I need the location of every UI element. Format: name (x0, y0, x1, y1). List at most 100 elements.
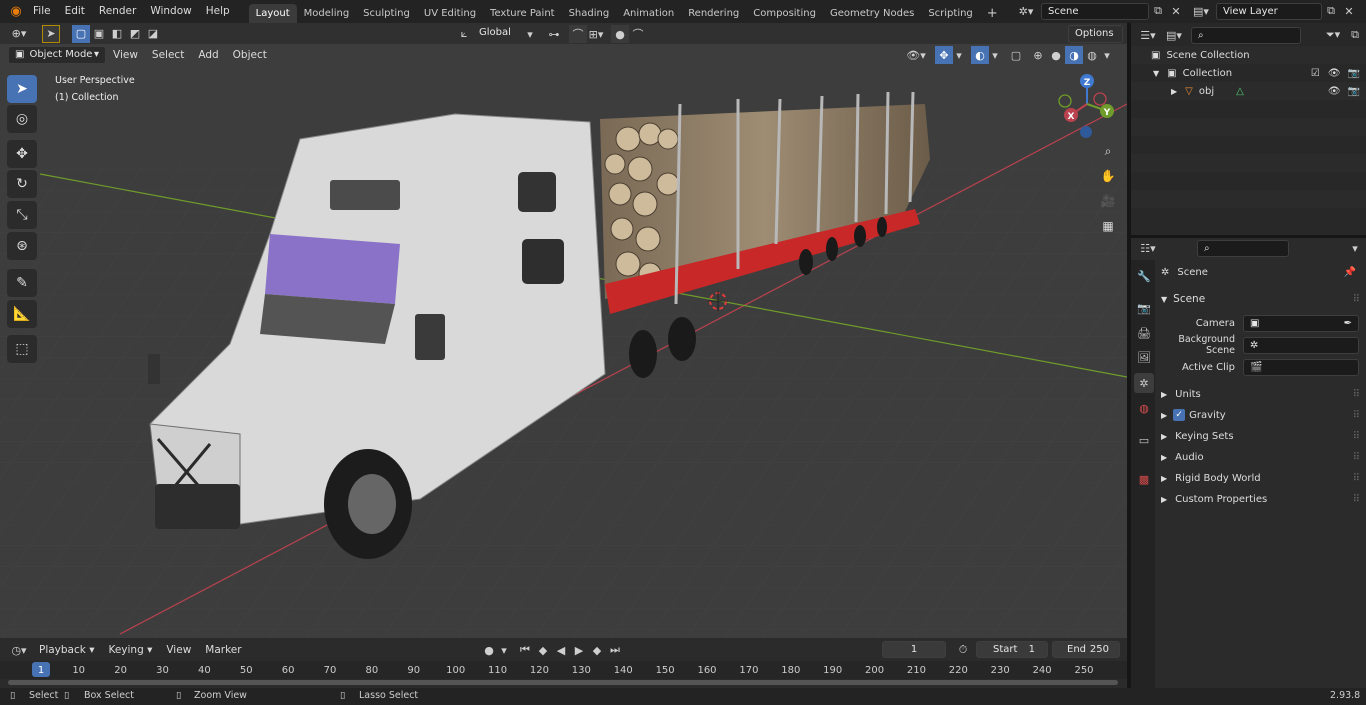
tab-rendering[interactable]: Rendering (681, 4, 746, 23)
cursor-tool-icon[interactable]: ◎ (7, 105, 37, 133)
chevron-down-icon[interactable]: ▾ (989, 46, 1001, 64)
menu-view[interactable]: View (106, 47, 145, 64)
3d-viewport[interactable]: Z X Y User Perspective (1) Collection ➤ … (0, 44, 1127, 638)
duplicate-view-layer-icon[interactable]: ⧉ (1322, 2, 1340, 20)
move-tool-icon[interactable]: ✥ (7, 140, 37, 168)
tab-texture-paint[interactable]: Texture Paint (483, 4, 562, 23)
blender-logo-icon[interactable]: ◉ (6, 3, 26, 21)
texture-tab-icon[interactable]: ▩ (1134, 469, 1154, 489)
editor-type-icon[interactable]: ☷▾ (1135, 239, 1161, 257)
menu-help[interactable]: Help (199, 0, 237, 23)
outliner-row-obj[interactable]: ▶ ▽ obj △ 👁 📷 (1131, 82, 1366, 100)
world-tab-icon[interactable]: ◍ (1134, 398, 1154, 418)
select-tool-icon[interactable]: ➤ (42, 24, 60, 43)
shading-wireframe-icon[interactable]: ⊕ (1029, 46, 1047, 64)
transform-tool-icon[interactable]: ⊛ (7, 232, 37, 260)
select-box-tool-icon[interactable]: ➤ (7, 75, 37, 103)
annotate-tool-icon[interactable]: ✎ (7, 269, 37, 297)
stopwatch-icon[interactable]: ⏱ (954, 641, 972, 659)
measure-tool-icon[interactable]: 📐 (7, 300, 37, 328)
jump-end-icon[interactable]: ⏭ (606, 641, 624, 659)
play-icon[interactable]: ▶ (570, 641, 588, 659)
eyedropper-icon[interactable]: ✒ (1344, 316, 1352, 331)
tab-animation[interactable]: Animation (616, 4, 681, 23)
gizmo-toggle-icon[interactable]: ✥ (935, 46, 953, 64)
record-icon[interactable]: ● (480, 641, 498, 659)
select-mode-extend-icon[interactable]: ▣ (90, 25, 108, 43)
outliner-row-scene-collection[interactable]: ▣ Scene Collection (1131, 46, 1366, 64)
view-layer-field[interactable]: View Layer (1216, 2, 1322, 20)
transform-orientation-dropdown[interactable]: Global (473, 25, 521, 43)
zoom-icon[interactable]: ⌕ (1097, 140, 1119, 162)
snap-target-icon[interactable]: ⊞▾ (587, 25, 605, 43)
chevron-down-icon[interactable]: ▾ (1101, 46, 1113, 64)
menu-render[interactable]: Render (92, 0, 143, 23)
menu-object[interactable]: Object (226, 47, 274, 64)
camera-icon[interactable]: 📷 (1348, 68, 1360, 79)
filter-icon[interactable]: ⏷▾ (1320, 26, 1346, 44)
menu-add[interactable]: Add (191, 47, 225, 64)
jump-start-icon[interactable]: ⏮ (516, 641, 534, 659)
scene-panel-header[interactable]: ▼ Scene ⠿ (1155, 289, 1366, 309)
tool-tab-icon[interactable]: 🔧 (1134, 266, 1154, 286)
drag-handle-icon[interactable]: ⠿ (1353, 294, 1360, 305)
mode-dropdown[interactable]: ▣ Object Mode ▾ (8, 46, 106, 64)
menu-window[interactable]: Window (143, 0, 198, 23)
current-frame-field[interactable]: 1 (882, 641, 946, 658)
shading-material-icon[interactable]: ◑ (1065, 46, 1083, 64)
tab-sculpting[interactable]: Sculpting (356, 4, 417, 23)
menu-keying[interactable]: Keying ▾ (101, 641, 159, 659)
duplicate-scene-icon[interactable]: ⧉ (1149, 2, 1167, 20)
add-cube-tool-icon[interactable]: ⬚ (7, 335, 37, 363)
editor-type-icon[interactable]: ◷▾ (6, 641, 32, 659)
xray-toggle-icon[interactable]: ▢ (1007, 46, 1025, 64)
gravity-panel-header[interactable]: ▶ ✓ Gravity ⠿ (1155, 405, 1366, 425)
start-frame-field[interactable]: Start 1 (976, 641, 1048, 658)
scene-name-field[interactable]: Scene (1041, 2, 1149, 20)
keying-sets-panel-header[interactable]: ▶ Keying Sets ⠿ (1155, 426, 1366, 446)
snap-icon[interactable]: ⌒ (569, 25, 587, 43)
menu-file[interactable]: File (26, 0, 58, 23)
outliner-search-input[interactable]: ⌕ (1191, 26, 1301, 44)
timeline-scrollbar[interactable] (8, 680, 1118, 685)
select-mode-invert-icon[interactable]: ◩ (126, 25, 144, 43)
scale-tool-icon[interactable]: ⤡ (7, 201, 37, 229)
menu-view[interactable]: View (159, 641, 198, 659)
drag-handle-icon[interactable]: ⠿ (1353, 431, 1360, 442)
menu-edit[interactable]: Edit (58, 0, 92, 23)
next-keyframe-icon[interactable]: ◆ (588, 641, 606, 659)
camera-icon[interactable]: 📷 (1348, 86, 1360, 97)
pan-hand-icon[interactable]: ✋ (1097, 165, 1119, 187)
view-layer-icon[interactable]: ▤▾ (1188, 2, 1214, 20)
tab-layout[interactable]: Layout (248, 4, 297, 23)
units-panel-header[interactable]: ▶ Units ⠿ (1155, 384, 1366, 404)
output-tab-icon[interactable]: 🖨 (1134, 323, 1154, 343)
pivot-point-icon[interactable]: ⊶ (545, 25, 563, 43)
new-collection-icon[interactable]: ⧉ (1346, 26, 1364, 44)
view-layer-tab-icon[interactable]: 🖼 (1134, 347, 1154, 367)
select-mode-new-icon[interactable]: ▢ (72, 24, 90, 43)
select-mode-intersect-icon[interactable]: ◪ (144, 25, 162, 43)
close-scene-icon[interactable]: ✕ (1167, 2, 1185, 20)
menu-select[interactable]: Select (145, 47, 191, 64)
drag-handle-icon[interactable]: ⠿ (1353, 494, 1360, 505)
options-dropdown[interactable]: Options (1068, 25, 1123, 43)
chevron-down-icon[interactable]: ▾ (498, 641, 510, 659)
drag-handle-icon[interactable]: ⠿ (1353, 452, 1360, 463)
end-frame-field[interactable]: End 250 (1052, 641, 1120, 658)
falloff-icon[interactable]: ⌒ (629, 25, 647, 43)
outliner-row-collection[interactable]: ▼ ▣ Collection ☑ 👁 📷 (1131, 64, 1366, 82)
scene-tab-icon[interactable]: ✲ (1134, 373, 1154, 393)
add-workspace-button[interactable]: + (980, 4, 1005, 23)
proportional-edit-icon[interactable]: ● (611, 25, 629, 43)
tab-uv-editing[interactable]: UV Editing (417, 4, 483, 23)
pin-icon[interactable]: 📌 (1344, 267, 1356, 278)
select-mode-subtract-icon[interactable]: ◧ (108, 25, 126, 43)
checkbox-icon[interactable]: ☑ (1311, 68, 1320, 79)
tab-scripting[interactable]: Scripting (921, 4, 979, 23)
camera-field[interactable]: ▣ ✒ (1243, 314, 1359, 332)
editor-type-icon[interactable]: ☰▾ (1135, 26, 1161, 44)
eye-icon[interactable]: 👁 (1328, 86, 1341, 97)
camera-view-icon[interactable]: 🎥 (1097, 190, 1119, 212)
overlay-toggle-icon[interactable]: ◐ (971, 46, 989, 64)
